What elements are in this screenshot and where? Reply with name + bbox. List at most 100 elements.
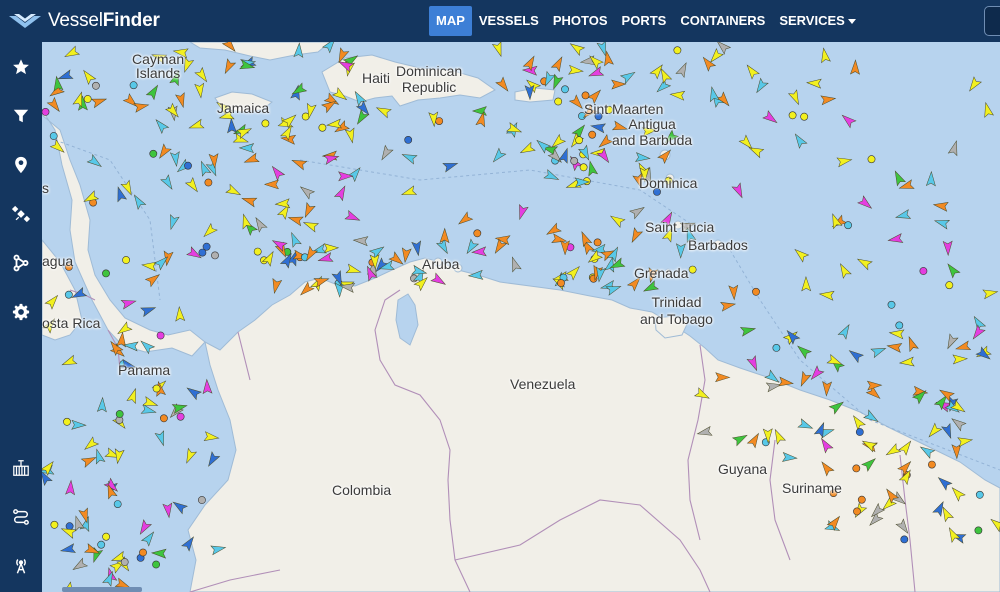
anchored-vessel-dot[interactable] xyxy=(115,410,124,418)
map-pin-icon xyxy=(15,156,27,174)
land-st-lucia xyxy=(673,220,683,230)
anchored-vessel-dot[interactable] xyxy=(867,155,876,164)
map-canvas[interactable] xyxy=(42,42,1000,592)
sidebar-item-routes[interactable] xyxy=(0,243,42,283)
anchored-vessel-dot[interactable] xyxy=(202,242,211,251)
anchored-vessel-dot[interactable] xyxy=(102,532,110,541)
anchored-vessel-dot[interactable] xyxy=(575,136,583,145)
anchored-vessel-dot[interactable] xyxy=(919,267,928,275)
anchored-vessel-dot[interactable] xyxy=(673,46,682,55)
anchored-vessel-dot[interactable] xyxy=(945,281,954,290)
star-icon xyxy=(13,59,29,75)
anchored-vessel-dot[interactable] xyxy=(581,91,590,100)
anchored-vessel-dot[interactable] xyxy=(855,428,864,436)
nav-services-label: SERVICES xyxy=(779,13,845,28)
vesselfinder-logo-icon xyxy=(9,14,41,28)
sidebar-item-satellite[interactable] xyxy=(0,194,42,234)
anchored-vessel-dot[interactable] xyxy=(887,300,896,309)
anchored-vessel-dot[interactable] xyxy=(653,187,661,196)
anchored-vessel-dot[interactable] xyxy=(853,507,861,516)
land-barbados xyxy=(713,239,723,249)
anchored-vessel-dot[interactable] xyxy=(404,135,413,144)
anchored-vessel-dot[interactable] xyxy=(176,412,185,421)
anchored-vessel-dot[interactable] xyxy=(800,112,809,121)
anchored-vessel-dot[interactable] xyxy=(64,290,73,299)
sidebar-item-settings[interactable] xyxy=(0,292,42,332)
anchored-vessel-dot[interactable] xyxy=(844,221,852,230)
anchored-vessel-dot[interactable] xyxy=(184,161,192,170)
ais-map[interactable]: Cayman Islands Haiti Dominican Republic Ja… xyxy=(42,42,1000,592)
anchored-vessel-dot[interactable] xyxy=(301,112,310,121)
top-navbar: VesselFinder MAP VESSELS PHOTOS PORTS CO… xyxy=(0,0,1000,42)
anchored-vessel-dot[interactable] xyxy=(120,558,129,566)
anchored-vessel-dot[interactable] xyxy=(318,123,327,132)
anchored-vessel-dot[interactable] xyxy=(688,265,697,274)
anchored-vessel-dot[interactable] xyxy=(975,490,984,499)
sidebar-item-favorites[interactable] xyxy=(0,47,42,87)
sidebar-item-route-planner[interactable] xyxy=(0,497,42,537)
search-button[interactable] xyxy=(984,6,1000,36)
anchored-vessel-dot[interactable] xyxy=(50,520,59,529)
sidebar-item-ports[interactable] xyxy=(0,145,42,185)
anchored-vessel-dot[interactable] xyxy=(129,81,138,90)
anchored-vessel-dot[interactable] xyxy=(829,489,838,497)
anchored-vessel-dot[interactable] xyxy=(156,331,165,340)
anchored-vessel-dot[interactable] xyxy=(570,156,579,165)
anchored-vessel-dot[interactable] xyxy=(122,256,130,264)
anchored-vessel-dot[interactable] xyxy=(113,500,122,508)
anchored-vessel-dot[interactable] xyxy=(605,105,613,114)
nav-containers[interactable]: CONTAINERS xyxy=(673,6,772,36)
anchored-vessel-dot[interactable] xyxy=(557,279,565,287)
anchored-vessel-dot[interactable] xyxy=(42,108,50,116)
anchored-vessel-dot[interactable] xyxy=(928,460,936,469)
anchored-vessel-dot[interactable] xyxy=(102,269,110,278)
anchored-vessel-dot[interactable] xyxy=(788,111,797,120)
anchored-vessel-dot[interactable] xyxy=(593,238,602,247)
anchored-vessel-dot[interactable] xyxy=(49,132,58,140)
anchored-vessel-dot[interactable] xyxy=(579,163,588,172)
sidebar-item-containers[interactable] xyxy=(0,448,42,488)
anchored-vessel-dot[interactable] xyxy=(152,384,161,393)
anchored-vessel-dot[interactable] xyxy=(63,417,71,426)
nav-services[interactable]: SERVICES xyxy=(772,6,863,36)
anchored-vessel-dot[interactable] xyxy=(588,130,597,139)
nav-vessels[interactable]: VESSELS xyxy=(472,6,546,36)
anchored-vessel-dot[interactable] xyxy=(83,95,92,103)
anchored-vessel-dot[interactable] xyxy=(554,97,563,106)
anchored-vessel-dot[interactable] xyxy=(97,540,106,549)
anchored-vessel-dot[interactable] xyxy=(561,85,569,94)
nav-photos[interactable]: PHOTOS xyxy=(546,6,615,36)
anchored-vessel-dot[interactable] xyxy=(435,117,444,125)
main-nav: MAP VESSELS PHOTOS PORTS CONTAINERS SERV… xyxy=(429,6,863,36)
anchored-vessel-dot[interactable] xyxy=(594,112,603,121)
app: VesselFinder MAP VESSELS PHOTOS PORTS CO… xyxy=(0,0,1000,592)
anchored-vessel-dot[interactable] xyxy=(197,496,206,504)
route-planner-icon xyxy=(13,509,29,525)
anchored-vessel-dot[interactable] xyxy=(65,522,74,531)
anchored-vessel-dot[interactable] xyxy=(974,526,983,535)
anchored-vessel-dot[interactable] xyxy=(772,343,781,352)
anchored-vessel-dot[interactable] xyxy=(253,247,262,256)
nav-map[interactable]: MAP xyxy=(429,6,472,36)
sidebar-item-ais-stations[interactable] xyxy=(0,546,42,586)
map-scale-bar xyxy=(62,587,142,592)
anchored-vessel-dot[interactable] xyxy=(261,119,270,128)
sidebar-item-filter[interactable] xyxy=(0,96,42,136)
anchored-vessel-dot[interactable] xyxy=(852,464,861,473)
anchored-vessel-dot[interactable] xyxy=(473,229,482,238)
anchored-vessel-dot[interactable] xyxy=(857,495,866,504)
anchored-vessel-dot[interactable] xyxy=(211,251,219,260)
anchored-vessel-dot[interactable] xyxy=(752,287,760,296)
anchored-vessel-dot[interactable] xyxy=(139,548,147,557)
anchored-vessel-dot[interactable] xyxy=(159,414,168,423)
anchored-vessel-dot[interactable] xyxy=(204,178,213,187)
anchored-vessel-dot[interactable] xyxy=(65,262,73,271)
brand-logo-link[interactable]: VesselFinder xyxy=(8,0,160,42)
anchored-vessel-dot[interactable] xyxy=(92,81,100,90)
anchored-vessel-dot[interactable] xyxy=(900,535,909,544)
nav-ports[interactable]: PORTS xyxy=(615,6,674,36)
anchored-vessel-dot[interactable] xyxy=(149,149,158,158)
anchored-vessel-dot[interactable] xyxy=(152,560,160,569)
anchored-vessel-dot[interactable] xyxy=(664,176,673,185)
anchored-vessel-dot[interactable] xyxy=(895,321,904,330)
